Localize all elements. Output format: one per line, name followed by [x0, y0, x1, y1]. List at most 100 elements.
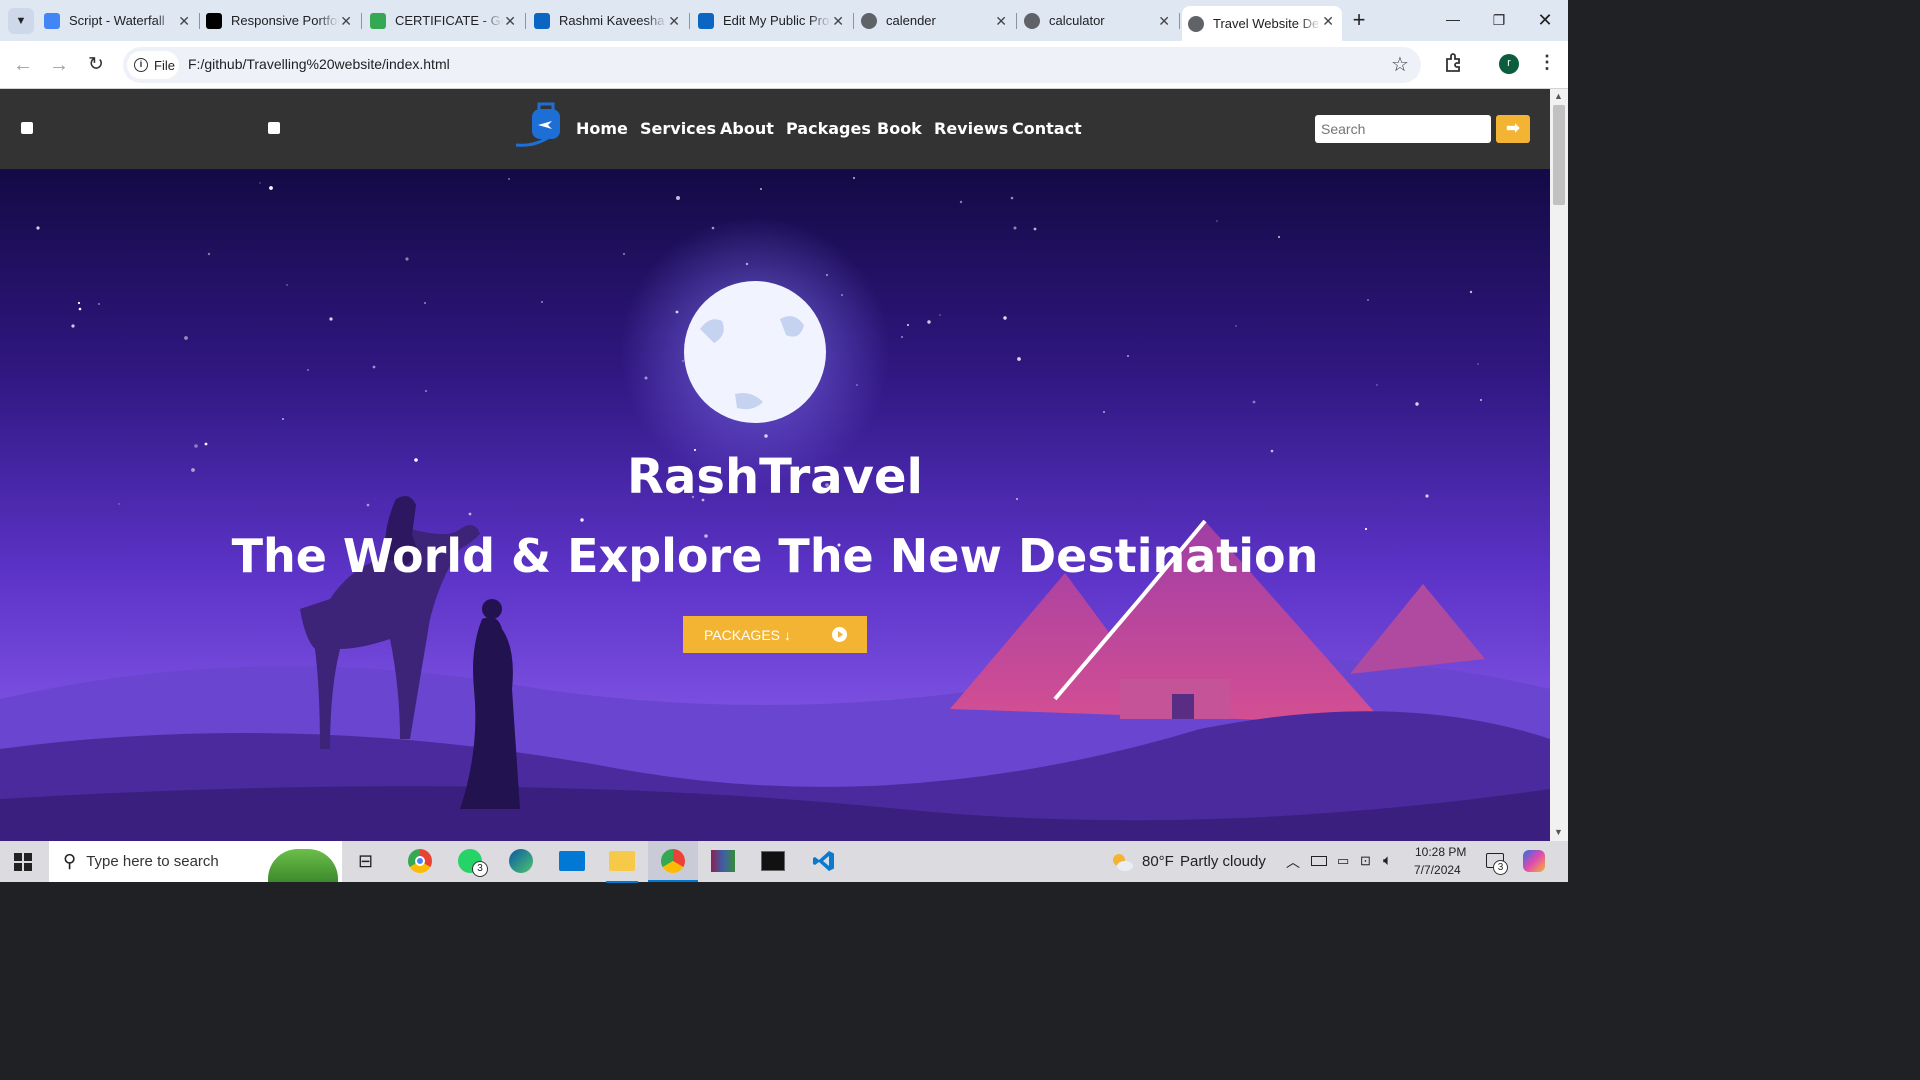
- clock-date[interactable]: 7/7/2024: [1414, 863, 1461, 877]
- star: [36, 226, 40, 230]
- reload-icon: ↻: [88, 54, 104, 75]
- drive-icon: [370, 12, 386, 29]
- profile-avatar[interactable]: r: [1499, 54, 1519, 74]
- device-icon[interactable]: ▭: [1337, 853, 1349, 869]
- tab-title: Travel Website Design: [1213, 16, 1321, 31]
- star: [1477, 363, 1479, 365]
- tab-close-icon[interactable]: ✕: [832, 13, 844, 30]
- hero-section: RashTravel The World & Explore The New D…: [0, 169, 1550, 841]
- scroll-down-arrow[interactable]: ▼: [1554, 827, 1563, 837]
- mail-taskbar-icon[interactable]: [559, 851, 585, 871]
- windows-taskbar: ⚲ Type here to search ⊟ 3 80°F Partly cl…: [0, 841, 1568, 883]
- tab-close-icon[interactable]: ✕: [504, 13, 516, 30]
- site-info-chip[interactable]: i File: [127, 51, 179, 79]
- back-button[interactable]: ←: [10, 53, 36, 79]
- tab-separator: [689, 13, 690, 29]
- chrome-taskbar-icon[interactable]: [408, 849, 432, 873]
- task-view-icon[interactable]: ⊟: [358, 851, 373, 872]
- page-scrollbar[interactable]: ▲ ▼: [1550, 89, 1568, 841]
- nav-about[interactable]: About: [720, 119, 774, 138]
- edge-taskbar-icon[interactable]: [509, 849, 533, 873]
- tab-close-icon[interactable]: ✕: [340, 13, 352, 30]
- globe-icon: [1024, 12, 1040, 29]
- browser-tab[interactable]: Script - Waterfall ✕: [38, 6, 200, 35]
- nav-packages[interactable]: Packages: [786, 119, 871, 138]
- hero-subtitle: The World & Explore The New Destination: [231, 529, 1319, 583]
- scroll-up-arrow[interactable]: ▲: [1554, 91, 1563, 101]
- browser-tab[interactable]: calculator ✕: [1018, 6, 1180, 35]
- globe-icon: [861, 12, 877, 29]
- menu-checkbox[interactable]: [21, 122, 33, 134]
- restore-button[interactable]: ❐: [1476, 0, 1522, 41]
- tab-title: calender: [886, 13, 936, 28]
- browser-tab[interactable]: Rashmi Kaveesha ✕: [528, 6, 690, 35]
- notification-center-icon[interactable]: 3: [1486, 853, 1508, 875]
- nav-book[interactable]: Book: [877, 119, 922, 138]
- kebab-menu-icon[interactable]: ⋮: [1538, 52, 1556, 73]
- browser-tab[interactable]: Edit My Public Profile✕: [692, 6, 854, 35]
- battery-icon[interactable]: [1311, 856, 1327, 866]
- packages-cta-button[interactable]: PACKAGES ↓: [683, 616, 867, 653]
- browser-tab[interactable]: Travel Website Design✕: [1182, 6, 1342, 41]
- close-window-button[interactable]: ✕: [1522, 0, 1568, 41]
- windows-logo-icon: [14, 853, 32, 871]
- omnibox[interactable]: i File F:/github/Travelling%20website/in…: [123, 47, 1421, 83]
- arrow-left-icon: ←: [13, 54, 33, 76]
- star: [1252, 400, 1256, 404]
- minimize-button[interactable]: —: [1430, 0, 1476, 41]
- weather-temp[interactable]: 80°F: [1142, 853, 1174, 870]
- tab-close-icon[interactable]: ✕: [668, 13, 680, 30]
- logo-icon[interactable]: [512, 101, 564, 149]
- tab-title: Responsive Portfolio: [231, 13, 339, 28]
- taskbar-search-box[interactable]: ⚲ Type here to search: [49, 841, 342, 882]
- weather-text[interactable]: Partly cloudy: [1180, 853, 1266, 870]
- start-button[interactable]: [14, 853, 32, 871]
- search-highlight-image: [268, 849, 338, 882]
- bookmark-star-icon[interactable]: ☆: [1391, 52, 1409, 77]
- nav-services[interactable]: Services: [640, 119, 716, 138]
- copilot-icon[interactable]: [1523, 850, 1545, 872]
- chevron-up-icon[interactable]: ︿: [1286, 852, 1300, 872]
- star: [194, 444, 198, 448]
- star: [269, 186, 273, 190]
- search-input[interactable]: [1315, 115, 1491, 143]
- volume-icon[interactable]: 🔈︎: [1383, 852, 1392, 869]
- tab-close-icon[interactable]: ✕: [1322, 13, 1334, 30]
- star: [1017, 357, 1021, 361]
- scrollbar-thumb[interactable]: [1553, 105, 1565, 205]
- search-submit-button[interactable]: ➡: [1496, 115, 1530, 143]
- star: [77, 301, 81, 305]
- reload-button[interactable]: ↻: [83, 53, 109, 79]
- browser-tab[interactable]: calender ✕: [855, 6, 1017, 35]
- clock-time[interactable]: 10:28 PM: [1415, 845, 1466, 859]
- new-tab-button[interactable]: +: [1346, 8, 1372, 34]
- star: [580, 518, 584, 522]
- tab-search-button[interactable]: ▼: [8, 8, 34, 34]
- extensions-icon[interactable]: [1443, 52, 1465, 74]
- terminal-taskbar-icon[interactable]: [761, 851, 785, 871]
- tab-close-icon[interactable]: ✕: [178, 13, 190, 30]
- vscode-taskbar-icon[interactable]: [812, 849, 836, 873]
- url-text[interactable]: F:/github/Travelling%20website/index.htm…: [188, 56, 450, 72]
- tab-close-icon[interactable]: ✕: [1158, 13, 1170, 30]
- star: [907, 324, 909, 326]
- nav-contact[interactable]: Contact: [1012, 119, 1082, 138]
- browser-tab[interactable]: CERTIFICATE - Google Drive✕: [364, 6, 526, 35]
- chrome-profile-taskbar-icon[interactable]: [648, 841, 698, 882]
- whatsapp-taskbar-icon[interactable]: 3: [458, 849, 488, 877]
- tab-close-icon[interactable]: ✕: [995, 13, 1007, 30]
- star: [1367, 299, 1369, 301]
- network-icon[interactable]: ⊡: [1360, 853, 1371, 869]
- nav-home[interactable]: Home: [576, 119, 628, 138]
- forward-button[interactable]: →: [46, 53, 72, 79]
- star: [1003, 316, 1007, 320]
- winrar-taskbar-icon[interactable]: [711, 850, 735, 872]
- star: [424, 302, 426, 304]
- weather-icon[interactable]: [1110, 851, 1134, 873]
- menu-checkbox-2[interactable]: [268, 122, 280, 134]
- globe-icon: [1188, 15, 1204, 32]
- star: [1127, 355, 1129, 357]
- nav-reviews[interactable]: Reviews: [934, 119, 1008, 138]
- browser-tab[interactable]: Responsive Portfolio ✕: [200, 6, 362, 35]
- file-explorer-taskbar-icon[interactable]: [606, 851, 638, 883]
